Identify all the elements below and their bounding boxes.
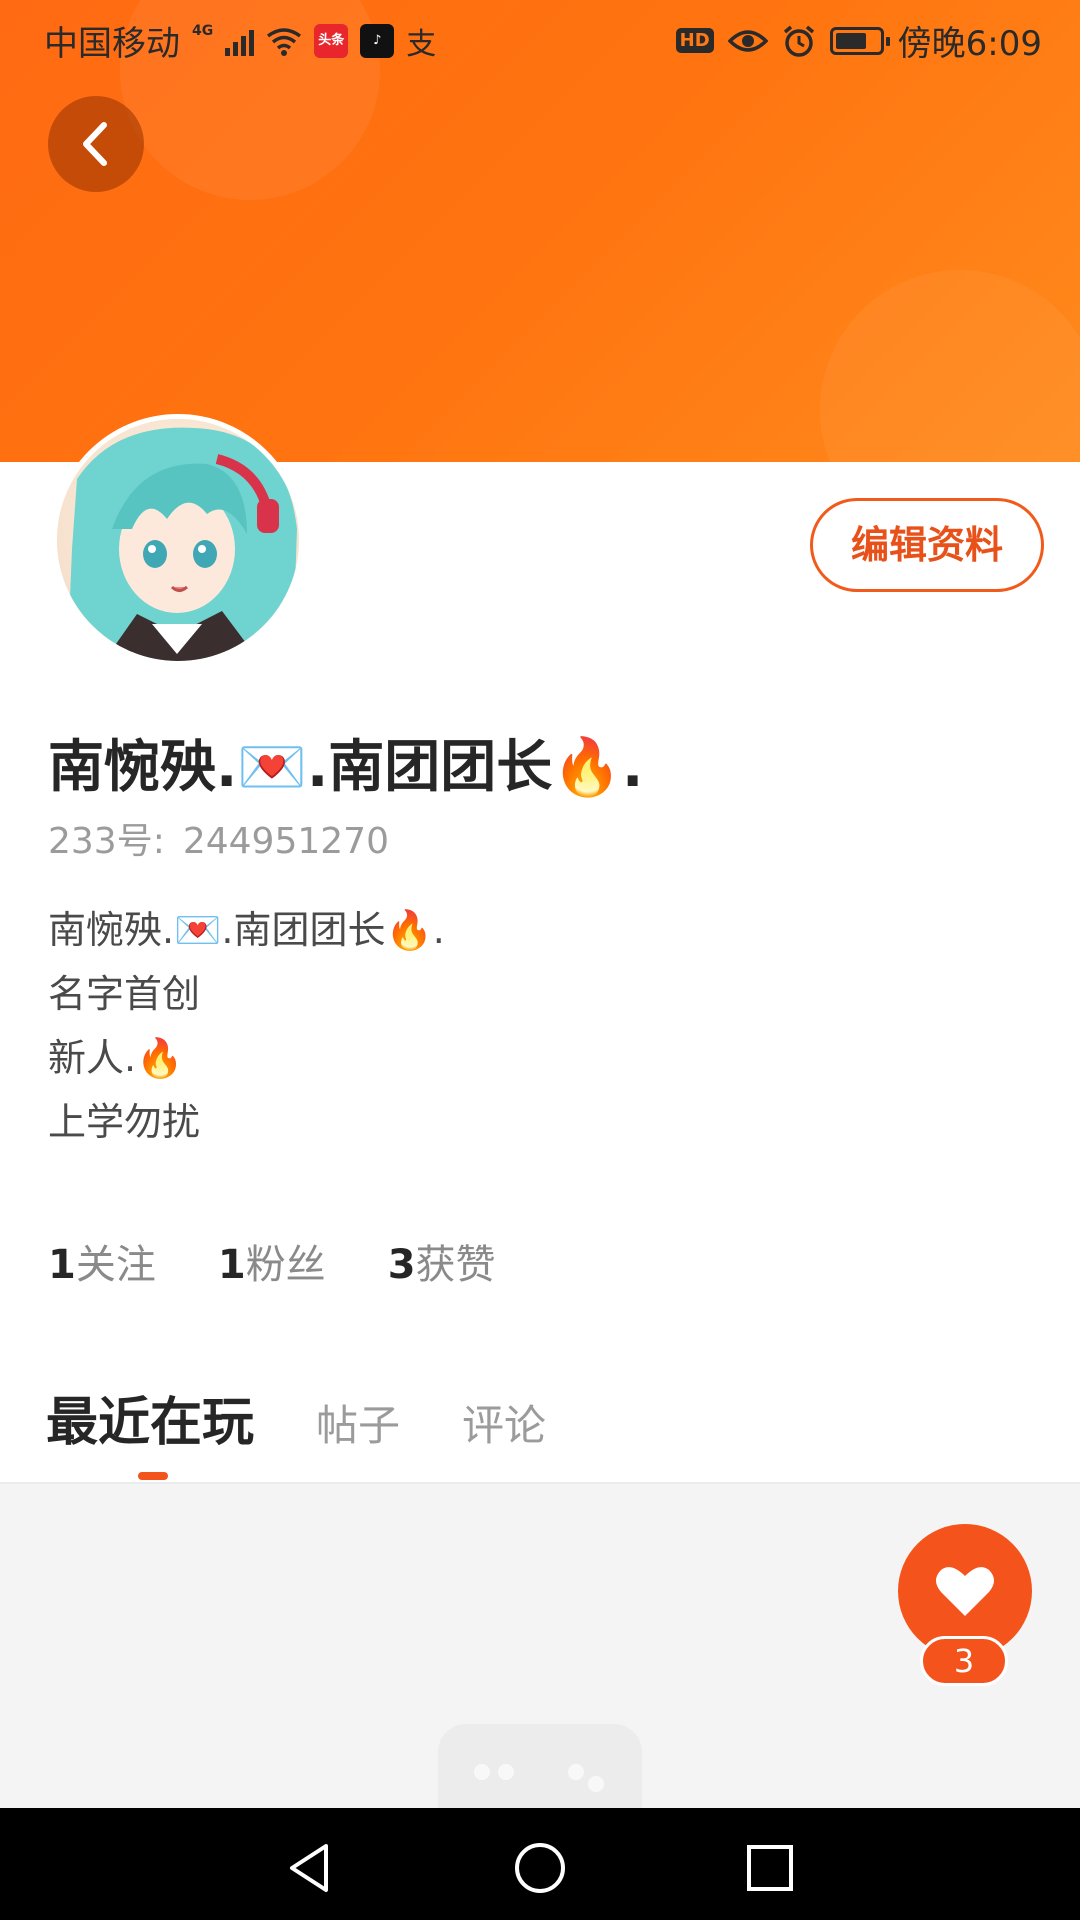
douyin-app-icon: ♪ [360, 23, 395, 58]
like-count-badge: 3 [920, 1636, 1008, 1686]
carrier-label: 中国移动 [44, 24, 180, 64]
status-bar: 中国移动 4G 头条 ♪ 支 HD 傍晚6:09 [0, 0, 1080, 76]
edit-profile-button[interactable]: 编辑资料 [810, 498, 1044, 592]
avatar[interactable] [52, 414, 304, 666]
tab-recently-played[interactable]: 最近在玩 [46, 1380, 254, 1455]
active-tab-indicator [138, 1472, 168, 1480]
banner-decoration [820, 270, 1080, 462]
tab-posts[interactable]: 帖子 [316, 1392, 400, 1453]
eye-comfort-icon [727, 29, 768, 52]
nav-home-icon[interactable] [510, 1838, 570, 1898]
clock-time: 傍晚6:09 [897, 24, 1042, 64]
following-label: 关注 [75, 1242, 156, 1288]
nav-back-icon[interactable] [280, 1838, 340, 1898]
likes-count: 3 [387, 1242, 416, 1288]
signal-icon [225, 26, 255, 56]
user-id: 233号: 244951270 [48, 812, 389, 864]
battery-icon [829, 26, 890, 55]
nav-recents-icon[interactable] [740, 1838, 800, 1898]
bio-line: 名字首创 [48, 972, 201, 1016]
hd-icon: HD [675, 28, 714, 53]
likes-stat[interactable]: 3获赞 [388, 1232, 496, 1290]
user-id-value: 244951270 [182, 821, 389, 862]
fans-label: 粉丝 [245, 1242, 326, 1288]
bio-line: 新人.🔥 [48, 1036, 184, 1080]
following-count: 1 [48, 1242, 76, 1288]
profile-tabs: 最近在玩 帖子 评论 [46, 1380, 608, 1455]
tab-content [0, 1482, 1080, 1808]
tab-comments[interactable]: 评论 [462, 1392, 546, 1453]
stats-row: 1关注 1粉丝 3获赞 [48, 1232, 496, 1290]
fans-stat[interactable]: 1粉丝 [218, 1232, 326, 1290]
nickname: 南惋殃.💌.南团团长🔥. [48, 735, 644, 800]
fans-count: 1 [217, 1242, 246, 1288]
likes-label: 获赞 [415, 1242, 496, 1288]
user-id-label: 233号: [48, 821, 165, 862]
avatar-image [57, 419, 299, 661]
alarm-icon [783, 25, 814, 57]
wifi-icon [267, 27, 302, 56]
toutiao-app-icon: 头条 [314, 23, 349, 58]
heart-icon [936, 1567, 994, 1616]
network-type: 4G [192, 22, 214, 39]
system-nav-bar [0, 1808, 1080, 1920]
back-arrow-icon [83, 122, 107, 166]
empty-placeholder-icon [438, 1724, 642, 1808]
bio-line: 南惋殃.💌.南团团长🔥. [48, 908, 445, 952]
alipay-icon: 支 [406, 26, 437, 62]
bio: 南惋殃.💌.南团团长🔥. 名字首创 新人.🔥 上学勿扰 [48, 898, 445, 1154]
bio-line: 上学勿扰 [48, 1100, 201, 1144]
following-stat[interactable]: 1关注 [48, 1232, 156, 1290]
back-button[interactable] [48, 96, 144, 192]
